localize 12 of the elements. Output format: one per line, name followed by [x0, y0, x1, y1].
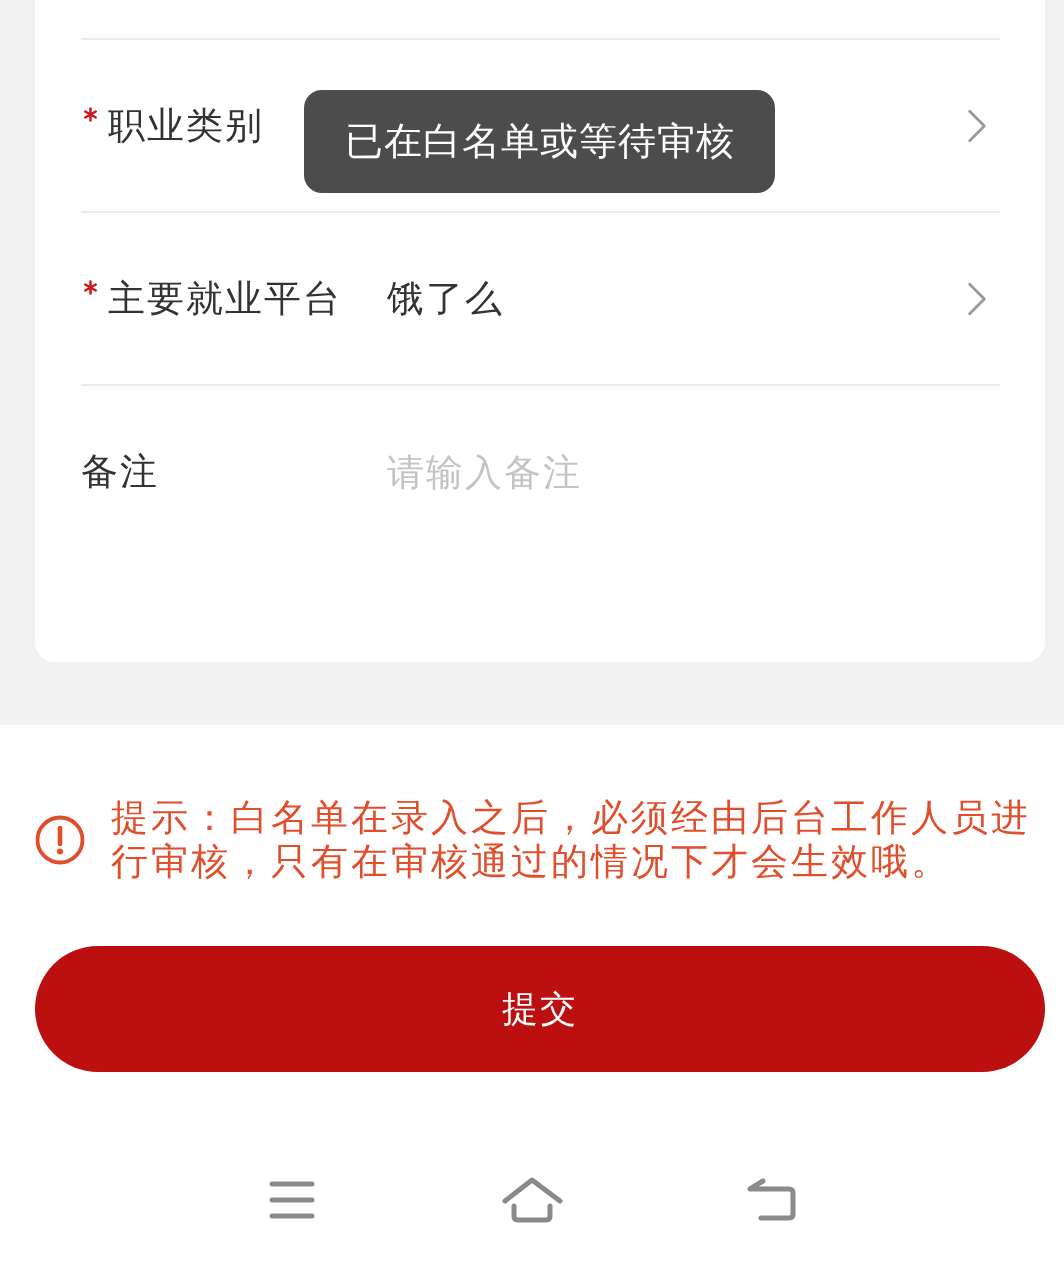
toast-message: 已在白名单或等待审核	[304, 90, 775, 193]
alert-icon	[35, 815, 85, 865]
remark-input-field[interactable]: 请输入备注	[387, 447, 1000, 497]
field-label: 备注	[81, 449, 159, 495]
field-label: 职业类别	[108, 102, 264, 149]
field-label: 主要就业平台	[108, 275, 342, 322]
home-icon[interactable]	[500, 1176, 564, 1224]
menu-icon[interactable]	[269, 1181, 315, 1219]
back-icon[interactable]	[745, 1176, 799, 1224]
select-value[interactable]: 饿了么	[387, 273, 504, 324]
submit-button[interactable]: 提交	[35, 946, 1045, 1072]
notice-text: 提示：白名单在录入之后，必须经由后台工作人员进行审核，只有在审核通过的情况下才会生效哦。	[111, 796, 1032, 884]
